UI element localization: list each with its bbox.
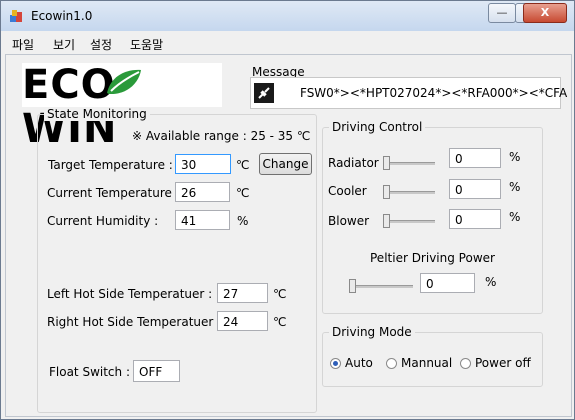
blower-unit: % <box>509 210 521 224</box>
current-humidity-field: 41 <box>175 210 230 230</box>
app-icon <box>10 10 22 22</box>
message-text: FSW0*><*HPT027024*><*RFA000*><*CFA <box>300 86 568 100</box>
right-hot-side-label: Right Hot Side Temperatuer : <box>47 315 222 329</box>
left-hot-side-unit: ℃ <box>273 287 287 301</box>
blower-label: Blower <box>328 214 370 228</box>
minimize-button[interactable]: — <box>488 3 516 23</box>
left-hot-side-label: Left Hot Side Temperatuer : <box>47 287 213 301</box>
title-bar: Ecowin1.0 — □ X <box>1 1 574 31</box>
menu-settings[interactable]: 설정 <box>90 36 112 53</box>
change-button[interactable]: Change <box>259 153 312 175</box>
current-humidity-label: Current Humidity : <box>47 214 159 228</box>
cooler-unit: % <box>509 180 521 194</box>
radiator-input[interactable]: 0 <box>449 148 501 168</box>
current-temperature-unit: ℃ <box>236 186 250 200</box>
mannual-label[interactable]: Mannual <box>401 356 452 370</box>
peltier-label: Peltier Driving Power <box>370 251 495 265</box>
current-humidity-unit: % <box>237 214 249 228</box>
target-temperature-unit: ℃ <box>236 158 250 172</box>
auto-label[interactable]: Auto <box>345 356 373 370</box>
radiator-slider[interactable] <box>383 156 435 170</box>
plug-icon <box>254 83 274 103</box>
menu-bar: 파일 보기 설정 도움말 <box>2 32 573 54</box>
cooler-label: Cooler <box>328 184 367 198</box>
radiator-label: Radiator <box>328 156 379 170</box>
peltier-input[interactable]: 0 <box>420 273 475 293</box>
current-temperature-field: 26 <box>175 182 230 202</box>
power-off-radio[interactable] <box>460 358 471 369</box>
leaf-icon <box>107 69 141 95</box>
menu-view[interactable]: 보기 <box>53 36 75 53</box>
power-off-label[interactable]: Power off <box>475 356 531 370</box>
close-button[interactable]: X <box>523 3 567 23</box>
peltier-unit: % <box>485 275 497 289</box>
available-range-note: ※ Available range : 25 - 35 ℃ <box>132 129 311 143</box>
target-temperature-input[interactable]: 30 <box>175 154 231 174</box>
mannual-radio[interactable] <box>386 358 397 369</box>
ecowin-logo: ECO WIN <box>22 63 222 151</box>
driving-mode-title: Driving Mode <box>329 325 415 339</box>
window-title: Ecowin1.0 <box>31 9 93 23</box>
message-display: FSW0*><*HPT027024*><*RFA000*><*CFA <box>250 77 567 109</box>
menu-help[interactable]: 도움말 <box>130 36 163 53</box>
cooler-input[interactable]: 0 <box>449 179 501 199</box>
driving-mode-group: Driving Mode Auto Mannual Power off <box>322 325 543 387</box>
float-switch-label: Float Switch : <box>49 365 130 379</box>
float-switch-field: OFF <box>133 360 180 382</box>
current-temperature-label: Current Temperature : <box>47 186 180 200</box>
blower-input[interactable]: 0 <box>449 209 501 229</box>
blower-slider[interactable] <box>383 214 435 228</box>
state-monitoring-group: State Monitoring ※ Available range : 25 … <box>37 107 317 413</box>
peltier-slider[interactable] <box>349 279 413 293</box>
right-hot-side-unit: ℃ <box>273 315 287 329</box>
right-hot-side-field: 24 <box>217 311 268 331</box>
driving-control-title: Driving Control <box>329 120 426 134</box>
driving-control-group: Driving Control Radiator 0 % Cooler 0 % … <box>322 120 543 314</box>
app-window: Ecowin1.0 — □ X 파일 보기 설정 도움말 ECO WIN Mes… <box>0 0 575 420</box>
radiator-unit: % <box>509 150 521 164</box>
state-monitoring-title: State Monitoring <box>44 107 150 121</box>
left-hot-side-field: 27 <box>217 283 268 303</box>
target-temperature-label: Target Temperature : <box>48 158 173 172</box>
cooler-slider[interactable] <box>383 185 435 199</box>
main-panel: ECO WIN Message FSW0*><*HPT027024*><*RFA… <box>5 54 572 417</box>
auto-radio[interactable] <box>330 358 341 369</box>
menu-file[interactable]: 파일 <box>12 36 34 53</box>
